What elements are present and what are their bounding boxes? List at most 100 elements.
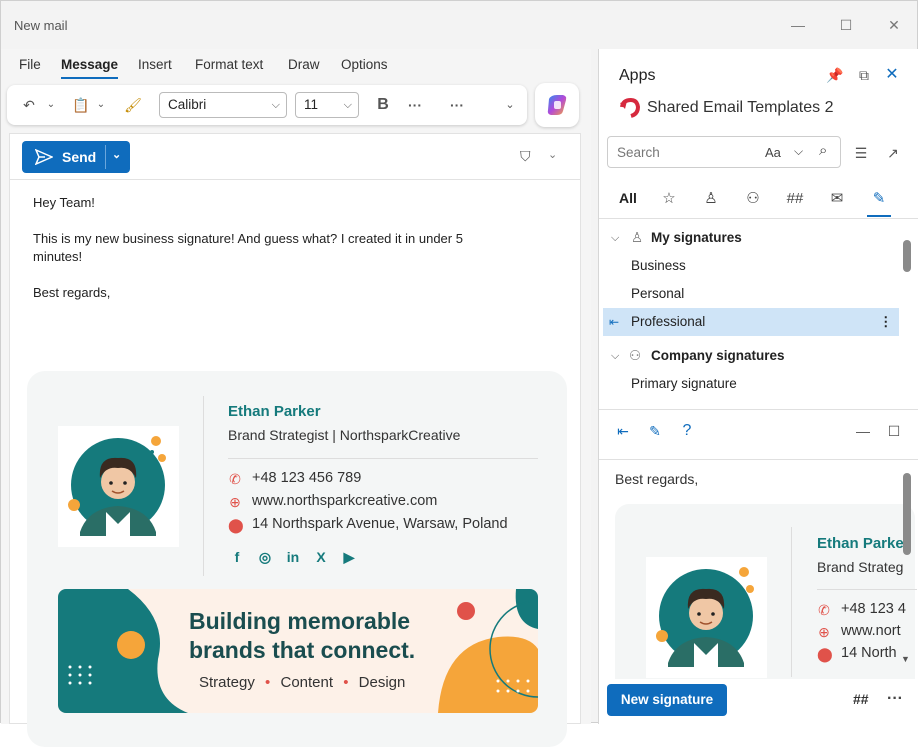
more-options-icon[interactable]: ⋮ — [879, 308, 893, 336]
menu-message[interactable]: Message — [61, 57, 119, 79]
close-window-icon[interactable]: ✕ — [883, 14, 905, 36]
email-greeting: Hey Team! — [33, 195, 95, 210]
minimize-icon[interactable]: — — [787, 14, 809, 36]
signature-item-primary[interactable]: Primary signature — [603, 370, 899, 398]
tab-all[interactable]: All — [619, 190, 637, 206]
chevron-down-icon: ⌵ — [611, 232, 620, 244]
font-family-select[interactable]: Calibri ⌵ — [159, 92, 287, 118]
menu-options[interactable]: Options — [341, 57, 388, 72]
menu-file[interactable]: File — [19, 57, 41, 72]
send-button[interactable]: Send ⌄ — [22, 141, 130, 173]
hashtag-button[interactable]: ## — [853, 691, 869, 707]
edit-globe-icon[interactable]: ✎ — [645, 421, 665, 441]
facebook-icon[interactable]: f — [227, 547, 247, 567]
signatures-tab-icon[interactable]: ✎ — [867, 187, 891, 211]
bold-icon[interactable]: B — [373, 95, 393, 115]
category-tabs: All ☆ ♙ ⚇ ## ✉ ✎ — [599, 179, 918, 219]
app-header: Shared Email Templates 2 — [619, 97, 899, 121]
email-line-1: This is my new business signature! And g… — [33, 231, 463, 246]
tag-separator-dot: • — [343, 674, 349, 691]
send-options-chevron-icon[interactable]: ⌄ — [112, 148, 121, 161]
more-options-icon[interactable]: ··· — [887, 690, 903, 708]
preview-divider — [599, 459, 918, 460]
new-signature-button[interactable]: New signature — [607, 684, 727, 716]
instagram-icon[interactable]: ◎ — [255, 547, 275, 567]
pin-icon[interactable]: 📌 — [825, 65, 845, 85]
undo-chevron-icon[interactable]: ⌄ — [45, 95, 57, 115]
close-panel-icon[interactable]: ✕ — [882, 65, 902, 85]
email-line-2: minutes! — [33, 249, 83, 264]
more-commands-icon[interactable]: ··· — [447, 95, 467, 115]
app-name: Shared Email Templates 2 — [647, 99, 834, 116]
signature-divider — [203, 396, 204, 576]
apps-panel: Apps 📌 ⧉ ✕ Shared Email Templates 2 Sear… — [598, 49, 918, 724]
group-company-signatures[interactable]: ⌵ ⚇ Company signatures — [603, 342, 899, 370]
title-bar: New mail — ☐ ✕ — [1, 1, 918, 49]
sensitivity-chevron-icon[interactable]: ⌄ — [548, 148, 557, 161]
banner-headline-1: Building memorable — [189, 608, 411, 634]
insert-template-icon[interactable]: ⇤ — [609, 308, 619, 336]
menu-insert[interactable]: Insert — [138, 57, 172, 72]
x-icon[interactable]: X — [311, 547, 331, 567]
panel-divider — [599, 409, 918, 410]
location-pin-icon: ⬤ — [228, 517, 244, 533]
avatar-illustration — [656, 567, 754, 667]
hashtag-tab-icon[interactable]: ## — [783, 187, 807, 211]
font-size-value: 11 — [304, 97, 319, 112]
search-box[interactable]: Search Aa ⌵ ⌕ — [607, 136, 841, 168]
dock-panel-icon[interactable]: ⧉ — [854, 65, 874, 85]
email-templates-tab-icon[interactable]: ✉ — [825, 187, 849, 211]
website-text: www.northsparkcreative.com — [252, 493, 438, 509]
paste-chevron-icon[interactable]: ⌄ — [95, 95, 107, 115]
team-tab-icon[interactable]: ⚇ — [741, 187, 765, 211]
undo-icon[interactable]: ↶ — [19, 95, 39, 115]
format-painter-icon[interactable]: 🖌 — [123, 95, 143, 115]
maximize-preview-icon[interactable]: ☐ — [884, 421, 904, 441]
active-tab-underline — [867, 215, 891, 217]
phone-text: +48 123 456 789 — [252, 470, 362, 486]
signature-preview: Best regards, Ethan Parke Brand Strateg … — [599, 459, 918, 679]
maximize-icon[interactable]: ☐ — [835, 14, 857, 36]
signature-item-professional[interactable]: ⇤ Professional ⋮ — [603, 308, 899, 336]
signature-item-personal[interactable]: Personal — [603, 280, 899, 308]
group-my-signatures[interactable]: ⌵ ♙ My signatures — [603, 224, 899, 252]
sensitivity-shield-icon[interactable]: ⛉ — [520, 148, 531, 165]
personal-tab-icon[interactable]: ♙ — [699, 187, 723, 211]
banner-headline: Building memorable brands that connect. — [189, 607, 415, 665]
checklist-icon[interactable]: ☰ — [851, 143, 871, 163]
expand-ribbon-icon[interactable]: ⌄ — [502, 95, 518, 115]
youtube-icon[interactable]: ▶ — [339, 547, 359, 567]
linkedin-icon[interactable]: in — [283, 547, 303, 567]
send-icon — [35, 149, 53, 165]
menu-format-text[interactable]: Format text — [195, 57, 263, 72]
search-input[interactable]: Search — [617, 145, 660, 160]
address-text: 14 Northspark Avenue, Warsaw, Poland — [252, 516, 508, 532]
signature-role: Brand Strategist | NorthsparkCreative — [228, 427, 461, 443]
signature-banner: Building memorable brands that connect. … — [58, 589, 538, 713]
scroll-down-icon[interactable]: ▼ — [901, 654, 910, 664]
open-external-icon[interactable]: ↗ — [883, 143, 903, 163]
compose-area: File Message Insert Format text Draw Opt… — [1, 49, 591, 747]
message-body[interactable]: Hey Team! This is my new business signat… — [33, 194, 463, 302]
minimize-preview-icon[interactable]: — — [853, 421, 873, 441]
help-icon[interactable]: ? — [677, 421, 697, 441]
preview-role: Brand Strateg — [817, 559, 904, 575]
preview-name: Ethan Parke — [817, 535, 904, 552]
phone-icon: ✆ — [229, 471, 241, 487]
copilot-button[interactable] — [535, 83, 579, 127]
favorites-tab-icon[interactable]: ☆ — [657, 187, 681, 211]
more-format-icon[interactable]: ··· — [405, 95, 425, 115]
menu-draw[interactable]: Draw — [288, 57, 320, 72]
paste-icon[interactable]: 📋 — [71, 95, 91, 115]
panel-title: Apps — [619, 67, 656, 84]
match-case-toggle[interactable]: Aa — [765, 145, 781, 160]
insert-icon[interactable]: ⇤ — [613, 421, 633, 441]
tree-scrollbar[interactable] — [903, 240, 911, 272]
chevron-down-icon[interactable]: ⌵ — [794, 144, 803, 159]
font-size-select[interactable]: 11 ⌵ — [295, 92, 359, 118]
preview-scrollbar[interactable] — [903, 473, 911, 555]
ribbon-toolbar: ↶ ⌄ 📋 ⌄ 🖌 Calibri ⌵ 11 ⌵ B ··· ··· ⌄ — [7, 85, 527, 125]
signature-item-business[interactable]: Business — [603, 252, 899, 280]
search-icon[interactable]: ⌕ — [819, 142, 827, 159]
signature-name: Ethan Parker — [228, 403, 321, 420]
